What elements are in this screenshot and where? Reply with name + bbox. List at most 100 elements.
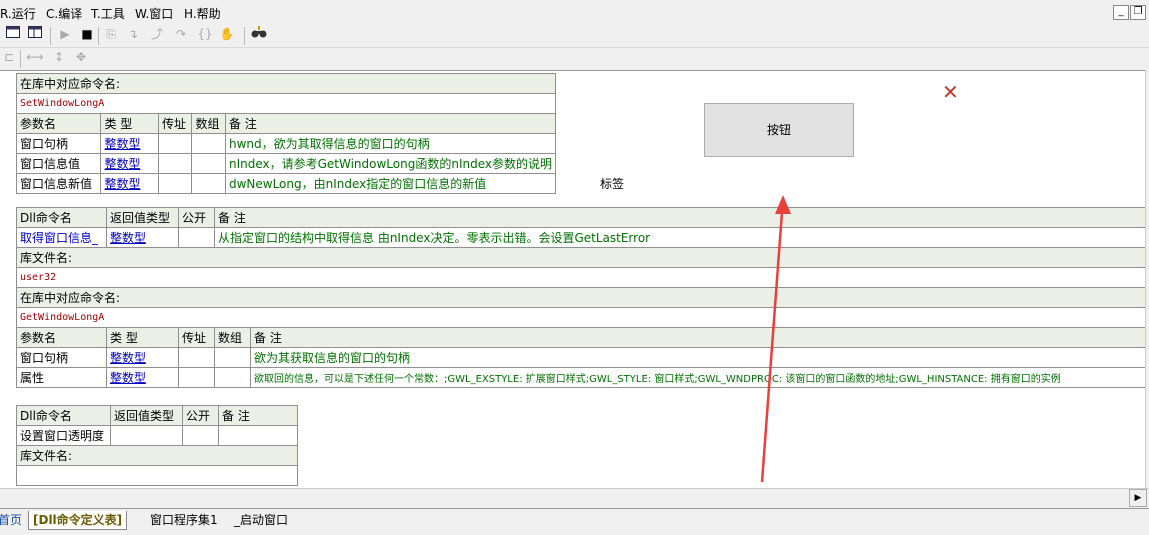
public-flag[interactable]	[178, 227, 215, 248]
param-note-header: 备 注	[224, 113, 557, 134]
table-row[interactable]: 取得窗口信息_ 整数型 从指定窗口的结构中取得信息 由nIndex决定。零表示出…	[16, 227, 1145, 248]
step-icon[interactable]: ⎘	[102, 25, 120, 43]
form-label[interactable]: 标签	[600, 175, 624, 192]
param-type[interactable]: 整数型	[106, 347, 179, 368]
param-name[interactable]: 窗口句柄	[15, 133, 102, 154]
param-array[interactable]	[214, 367, 251, 388]
public-header: 公开	[182, 405, 219, 426]
param-type[interactable]: 整数型	[100, 133, 159, 154]
minimize-button[interactable]: _	[1113, 5, 1129, 20]
ret-type[interactable]	[110, 425, 183, 446]
restore-button[interactable]: ❐	[1130, 5, 1146, 20]
ret-type[interactable]: 整数型	[106, 227, 179, 248]
same-width-icon[interactable]: ⟷	[26, 48, 44, 66]
step-into-icon[interactable]: ↴	[124, 25, 142, 43]
param-byref-header: 传址	[157, 113, 193, 134]
form-button[interactable]: 按钮	[704, 103, 854, 157]
run-to-cursor-icon[interactable]: {}	[196, 25, 214, 43]
param-byref[interactable]	[157, 173, 193, 194]
param-type[interactable]: 整数型	[100, 153, 159, 174]
lib-file-header: 库文件名:	[16, 445, 298, 466]
param-byref[interactable]	[178, 367, 215, 388]
lib-file-value[interactable]: user32	[16, 267, 1145, 288]
dll-note[interactable]	[218, 425, 298, 446]
param-note[interactable]: dwNewLong，由nIndex指定的窗口信息的新值	[224, 173, 557, 194]
param-type-header: 类 型	[106, 327, 179, 348]
close-icon[interactable]: ✕	[942, 82, 959, 102]
param-name-header: 参数名	[15, 113, 102, 134]
public-header: 公开	[178, 207, 215, 228]
same-size-icon[interactable]: ✥	[72, 48, 90, 66]
param-array[interactable]	[191, 153, 226, 174]
param-byref[interactable]	[157, 133, 193, 154]
table-row[interactable]: 窗口句柄 整数型 欲为其获取信息的窗口的句柄	[16, 347, 1145, 368]
ret-type-header: 返回值类型	[106, 207, 179, 228]
tab-home[interactable]: 首页	[0, 511, 26, 529]
hand-icon[interactable]: ✋	[218, 25, 236, 43]
param-name[interactable]: 窗口信息值	[15, 153, 102, 174]
run-icon[interactable]: ▶	[56, 25, 74, 43]
param-array[interactable]	[214, 347, 251, 368]
toolbar-layout: ⊏ ⟷ ↕ ✥	[0, 48, 1149, 71]
table-row[interactable]: 窗口句柄 整数型 hwnd，欲为其取得信息的窗口的句柄	[15, 133, 557, 154]
param-byref[interactable]	[178, 347, 215, 368]
param-name-header: 参数名	[16, 327, 107, 348]
param-name[interactable]: 属性	[16, 367, 107, 388]
window-layout-1-icon[interactable]	[4, 25, 22, 43]
tab-dll-table[interactable]: [Dll命令定义表]	[28, 511, 128, 530]
editor-canvas[interactable]: 在库中对应命令名: SetWindowLongA 参数名 类 型 传址 数组 备…	[0, 70, 1145, 489]
vertical-scrollbar[interactable]	[1145, 70, 1149, 488]
window-layout-2-icon[interactable]	[26, 25, 44, 43]
param-name[interactable]: 窗口句柄	[16, 347, 107, 368]
menu-help[interactable]: H.帮助	[184, 5, 221, 22]
table-row[interactable]: 属性 整数型 欲取回的信息，可以是下述任何一个常数：;GWL_EXSTYLE: …	[16, 367, 1145, 388]
note-header: 备 注	[214, 207, 1145, 228]
find-icon[interactable]	[250, 25, 268, 43]
toolbar-main: ▶ ■ ⎘ ↴ ⤴ ↷ {} ✋	[0, 25, 1149, 48]
param-note[interactable]: 欲为其获取信息的窗口的句柄	[250, 347, 1145, 368]
ret-type-header: 返回值类型	[110, 405, 183, 426]
lib-cmd-value[interactable]: GetWindowLongA	[16, 307, 1145, 328]
param-array[interactable]	[191, 173, 226, 194]
menu-run[interactable]: R.运行	[0, 5, 36, 22]
param-array[interactable]	[191, 133, 226, 154]
param-note-header: 备 注	[250, 327, 1145, 348]
lib-file-value[interactable]	[16, 465, 298, 486]
tab-startup-window[interactable]: _启动窗口	[230, 511, 292, 529]
param-type[interactable]: 整数型	[106, 367, 179, 388]
lib-cmd-value[interactable]: SetWindowLongA	[16, 93, 556, 114]
horizontal-scrollbar[interactable]	[0, 488, 1149, 507]
param-array-header: 数组	[214, 327, 251, 348]
param-type[interactable]: 整数型	[100, 173, 159, 194]
menu-tools[interactable]: T.工具	[91, 5, 125, 22]
table-row[interactable]: 设置窗口透明度	[16, 425, 298, 446]
dll-name-header: Dll命令名	[16, 207, 107, 228]
step-over-icon[interactable]: ↷	[172, 25, 190, 43]
align-icon[interactable]: ⊏	[0, 48, 18, 66]
menu-bar: R.运行 C.编译 T.工具 W.窗口 H.帮助 _ ❐	[0, 0, 1149, 25]
lib-cmd-header: 在库中对应命令名:	[16, 73, 556, 94]
menu-window[interactable]: W.窗口	[135, 5, 173, 22]
document-tab-bar: 首页 [Dll命令定义表] 窗口程序集1 _启动窗口	[0, 508, 1149, 535]
param-byref[interactable]	[157, 153, 193, 174]
param-note[interactable]: nIndex，请参考GetWindowLong函数的nIndex参数的说明	[224, 153, 557, 174]
step-out-icon[interactable]: ⤴	[148, 25, 166, 43]
menu-compile[interactable]: C.编译	[46, 5, 82, 22]
tab-window-program-set[interactable]: 窗口程序集1	[146, 511, 222, 529]
dll-note[interactable]: 从指定窗口的结构中取得信息 由nIndex决定。零表示出错。会设置GetLast…	[214, 227, 1145, 248]
same-height-icon[interactable]: ↕	[50, 48, 68, 66]
note-header: 备 注	[218, 405, 298, 426]
scroll-right-icon[interactable]: ▶	[1129, 489, 1147, 507]
param-note[interactable]: hwnd，欲为其取得信息的窗口的句柄	[224, 133, 557, 154]
param-name[interactable]: 窗口信息新值	[15, 173, 102, 194]
dll-name[interactable]: 设置窗口透明度	[16, 425, 111, 446]
table-row[interactable]: 窗口信息新值 整数型 dwNewLong，由nIndex指定的窗口信息的新值	[15, 173, 557, 194]
dll-table-setwindowlong: 在库中对应命令名: SetWindowLongA 参数名 类 型 传址 数组 备…	[15, 73, 557, 194]
table-row[interactable]: 窗口信息值 整数型 nIndex，请参考GetWindowLong函数的nInd…	[15, 153, 557, 174]
lib-file-header: 库文件名:	[16, 247, 1145, 268]
stop-icon[interactable]: ■	[78, 25, 96, 43]
dll-name[interactable]: 取得窗口信息_	[16, 227, 107, 248]
lib-cmd-header: 在库中对应命令名:	[16, 287, 1145, 308]
public-flag[interactable]	[182, 425, 219, 446]
param-note[interactable]: 欲取回的信息，可以是下述任何一个常数：;GWL_EXSTYLE: 扩展窗口样式;…	[250, 367, 1145, 388]
